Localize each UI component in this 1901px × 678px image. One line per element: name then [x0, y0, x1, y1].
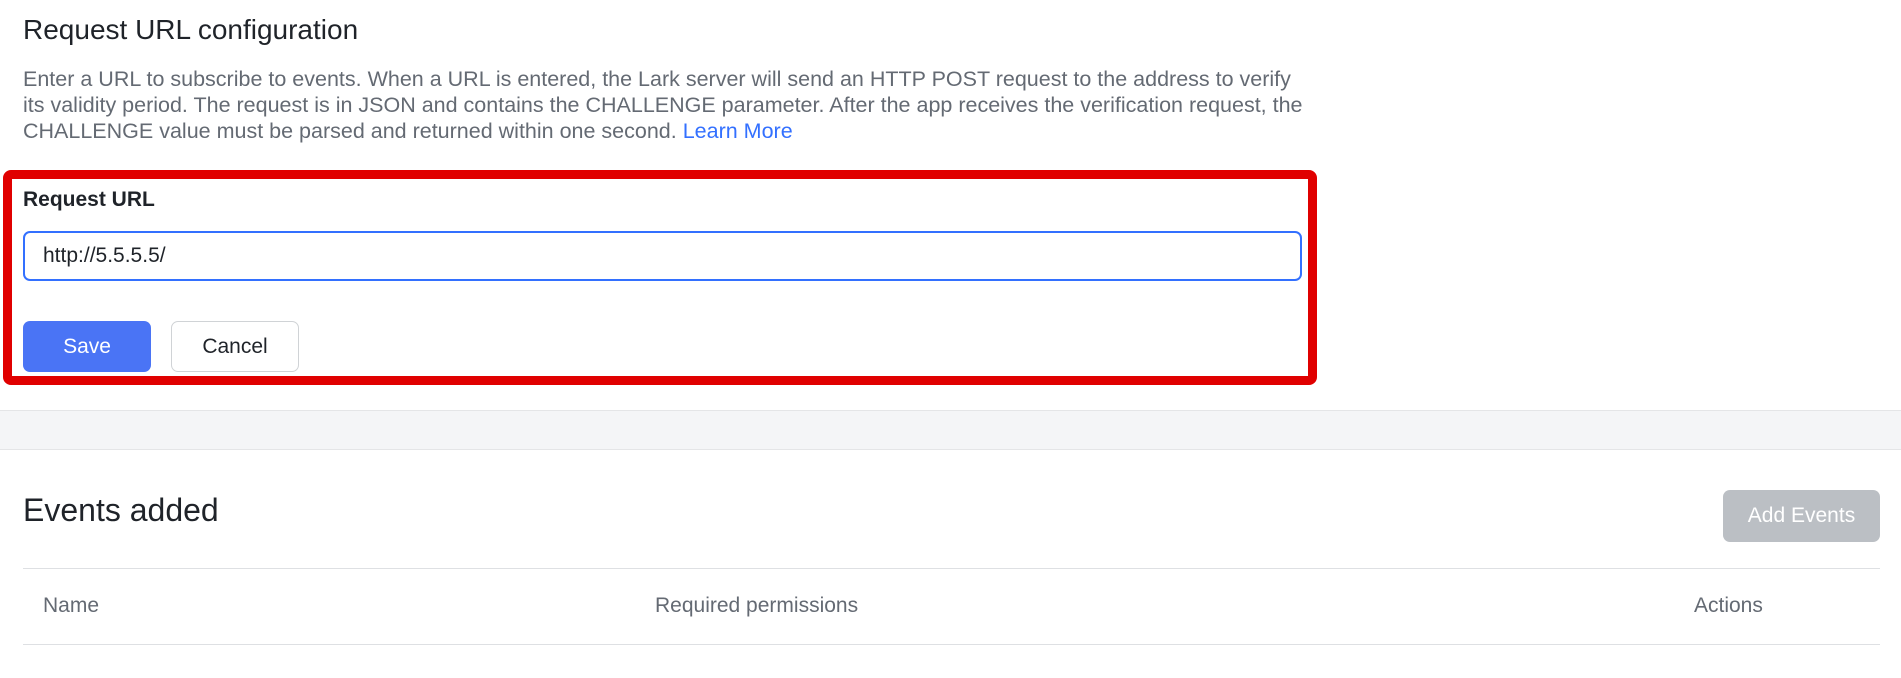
save-button[interactable]: Save	[23, 321, 151, 372]
request-url-label: Request URL	[23, 188, 155, 211]
add-events-button[interactable]: Add Events	[1723, 490, 1880, 542]
section-title: Request URL configuration	[23, 14, 359, 45]
request-url-config-section: Request URL configuration Enter a URL to…	[0, 0, 1901, 410]
learn-more-link[interactable]: Learn More	[683, 119, 793, 143]
description-text: Enter a URL to subscribe to events. When…	[23, 67, 1303, 143]
request-url-input[interactable]	[23, 231, 1302, 281]
events-added-title: Events added	[23, 492, 219, 528]
cancel-button[interactable]: Cancel	[171, 321, 299, 372]
section-divider	[0, 410, 1901, 450]
config-description: Enter a URL to subscribe to events. When…	[23, 66, 1313, 144]
table-divider-top	[23, 568, 1880, 569]
table-divider-bottom	[23, 644, 1880, 645]
page: Request URL configuration Enter a URL to…	[0, 0, 1901, 678]
column-header-required-permissions: Required permissions	[655, 594, 859, 617]
column-header-actions: Actions	[1694, 594, 1763, 617]
column-header-name: Name	[43, 594, 100, 617]
